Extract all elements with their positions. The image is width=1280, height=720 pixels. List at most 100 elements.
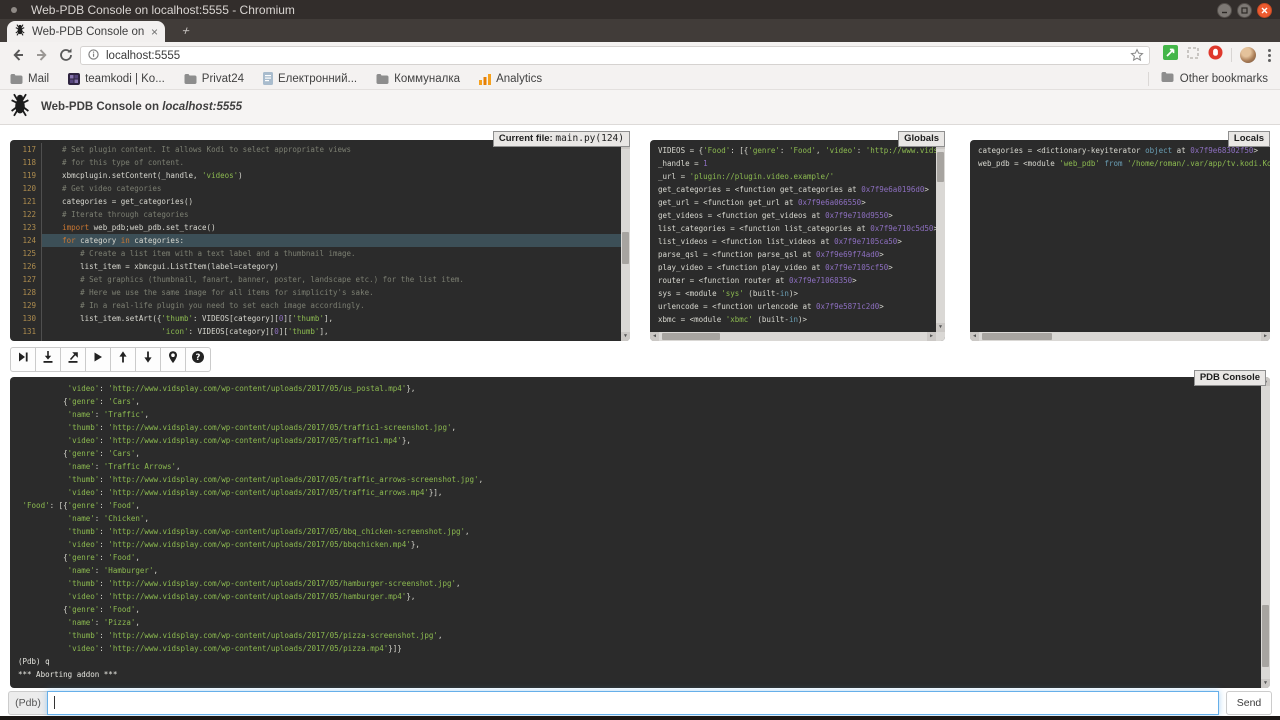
close-button[interactable] (1257, 3, 1272, 18)
send-button[interactable]: Send (1226, 691, 1272, 715)
console-line: 'video': 'http://www.vidsplay.com/wp-con… (18, 590, 1270, 603)
page-header: Web-PDB Console on localhost:5555 (0, 90, 1280, 125)
console-line: {'genre': 'Cars', (18, 447, 1270, 460)
debug-button-help[interactable]: ? (185, 347, 211, 372)
other-bookmarks-button[interactable]: Other bookmarks (1148, 72, 1280, 86)
globals-horizontal-scrollbar[interactable]: ◀▶ (650, 332, 936, 341)
page-title-host: localhost:5555 (162, 101, 242, 113)
code-line: 119 xbmcplugin.setContent(_handle, 'vide… (10, 169, 630, 182)
variable-line: categories = <dictionary-keyiterator obj… (978, 144, 1270, 157)
bookmark-item[interactable]: Коммуналка (376, 73, 460, 85)
window-menu-icon (11, 7, 17, 13)
console-line: *** Aborting addon *** (18, 668, 1270, 681)
step-into-icon (41, 350, 55, 369)
locals-lines: categories = <dictionary-keyiterator obj… (978, 144, 1270, 170)
debug-button-continue[interactable] (85, 347, 111, 372)
code-vertical-scrollbar[interactable]: ▲▼ (621, 140, 630, 341)
bookmark-label: Mail (28, 73, 49, 85)
step-next-icon (16, 350, 30, 369)
browser-tab[interactable]: Web-PDB Console on loca × (7, 21, 165, 42)
code-line: 125 # Create a list item with a text lab… (10, 247, 630, 260)
code-line: 130 list_item.setArt({'thumb': VIDEOS[ca… (10, 312, 630, 325)
bookmark-label: Електронний... (278, 73, 357, 85)
browser-menu-button[interactable] (1264, 49, 1274, 62)
extensions-area (1163, 46, 1274, 64)
code-line: 131 'icon': VIDEOS[category][0]['thumb']… (10, 325, 630, 338)
step-out-icon (66, 350, 80, 369)
blocker-extension-icon[interactable] (1208, 45, 1223, 65)
new-tab-button[interactable]: + (172, 24, 201, 38)
variable-line: parse_qsl = <function parse_qsl at 0x7f9… (658, 248, 945, 261)
bookmark-label: Analytics (496, 73, 542, 85)
console-line: 'thumb': 'http://www.vidsplay.com/wp-con… (18, 473, 1270, 486)
console-vertical-scrollbar[interactable]: ▲▼ (1261, 377, 1270, 688)
console-line: 'video': 'http://www.vidsplay.com/wp-con… (18, 486, 1270, 499)
adguard-extension-icon[interactable] (1163, 45, 1178, 65)
debug-button-up[interactable] (110, 347, 136, 372)
bookmarks-bar: Mail teamkodi | Ko... Privat24 Електронний.… (0, 68, 1280, 90)
console-line: 'thumb': 'http://www.vidsplay.com/wp-con… (18, 421, 1270, 434)
variable-line: get_categories = <function get_categorie… (658, 183, 945, 196)
bookmark-item[interactable]: Analytics (479, 73, 542, 85)
forward-button[interactable] (34, 47, 50, 63)
chart-icon (479, 73, 491, 85)
reload-button[interactable] (58, 47, 74, 63)
code-line: 132 'fanart': VIDEOS[category][0]['thumb… (10, 338, 630, 341)
back-button[interactable] (10, 47, 26, 63)
bookmark-star-icon[interactable] (1130, 48, 1144, 67)
debug-button-step[interactable] (35, 347, 61, 372)
pdb-console-panel: 'video': 'http://www.vidsplay.com/wp-con… (10, 377, 1270, 688)
console-line: 'thumb': 'http://www.vidsplay.com/wp-con… (18, 577, 1270, 590)
debug-button-where[interactable] (160, 347, 186, 372)
tab-close-icon[interactable]: × (151, 26, 158, 38)
folder-icon (1161, 72, 1174, 85)
console-lines: 'video': 'http://www.vidsplay.com/wp-con… (18, 382, 1270, 681)
bookmark-item[interactable]: Mail (10, 73, 49, 85)
console-line: 'video': 'http://www.vidsplay.com/wp-con… (18, 538, 1270, 551)
bookmark-item[interactable]: Privat24 (184, 73, 244, 85)
profile-avatar[interactable] (1240, 47, 1256, 63)
variable-line: list_categories = <function list_categor… (658, 222, 945, 235)
bug-favicon-icon (14, 23, 26, 41)
variable-line: _url = 'plugin://plugin.video.example/' (658, 170, 945, 183)
tab-strip: Web-PDB Console on loca × + (0, 19, 1280, 42)
debug-button-down[interactable] (135, 347, 161, 372)
source-code-panel: 117 # Set plugin content. It allows Kodi… (10, 140, 630, 341)
maximize-button[interactable] (1237, 3, 1252, 18)
tab-title: Web-PDB Console on loca (32, 26, 147, 38)
continue-icon (91, 350, 105, 369)
debugger-toolbar: ? (10, 347, 211, 372)
debug-button-next[interactable] (10, 347, 36, 372)
console-line: 'name': 'Traffic', (18, 408, 1270, 421)
folder-icon (10, 74, 23, 84)
code-line: 122 # Iterate through categories (10, 208, 630, 221)
bookmark-item[interactable]: teamkodi | Ko... (68, 73, 165, 85)
console-line: 'thumb': 'http://www.vidsplay.com/wp-con… (18, 629, 1270, 642)
locals-horizontal-scrollbar[interactable]: ◀▶ (970, 332, 1270, 341)
address-bar[interactable]: localhost:5555 (80, 46, 1150, 65)
bookmark-label: Privat24 (202, 73, 244, 85)
globals-panel: VIDEOS = {'Food': [{'genre': 'Food', 'vi… (650, 140, 945, 341)
up-arrow-icon (116, 350, 130, 369)
pdb-prompt-bar: (Pdb) Send (8, 691, 1272, 715)
console-line: {'genre': 'Food', (18, 603, 1270, 616)
console-line: 'Food': [{'genre': 'Food', (18, 499, 1270, 512)
globals-tag: Globals (898, 131, 945, 147)
console-line: (Pdb) q (18, 655, 1270, 668)
code-line: 129 # In a real-life plugin you need to … (10, 299, 630, 312)
bookmark-item[interactable]: Електронний... (263, 72, 357, 85)
debug-button-return[interactable] (60, 347, 86, 372)
minimize-button[interactable] (1217, 3, 1232, 18)
pdb-console-tag: PDB Console (1194, 370, 1266, 386)
console-line: 'thumb': 'http://www.vidsplay.com/wp-con… (18, 525, 1270, 538)
globals-vertical-scrollbar[interactable]: ▲▼ (936, 140, 945, 341)
text-caret (54, 696, 55, 709)
code-line: 123 import web_pdb;web_pdb.set_trace() (10, 221, 630, 234)
screenshot-extension-icon[interactable] (1186, 46, 1200, 65)
location-pin-icon (166, 350, 180, 369)
pdb-command-input[interactable] (47, 691, 1219, 715)
console-line: 'name': 'Hamburger', (18, 564, 1270, 577)
site-info-icon[interactable] (88, 47, 99, 65)
variable-line: web_pdb = <module 'web_pdb' from '/home/… (978, 157, 1270, 170)
console-line: 'name': 'Traffic Arrows', (18, 460, 1270, 473)
